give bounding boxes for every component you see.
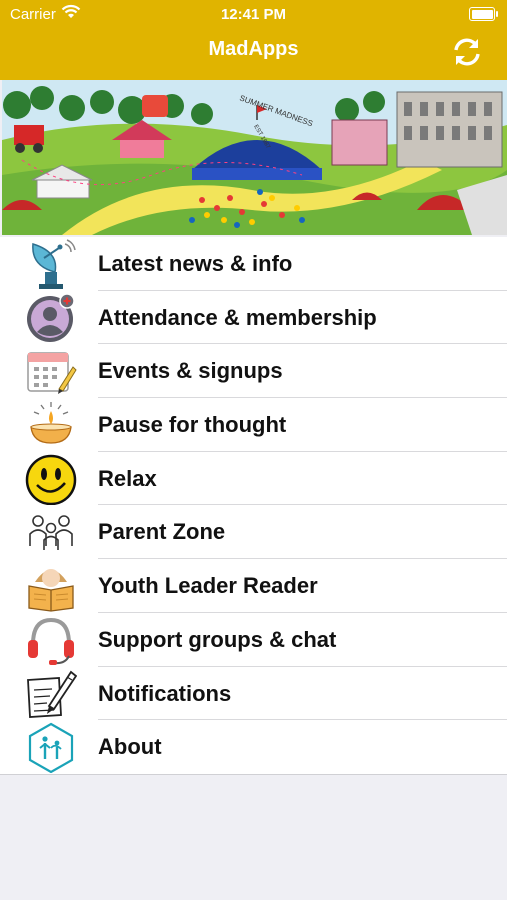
headset-icon (28, 617, 74, 665)
refresh-icon[interactable] (451, 36, 483, 68)
menu-item-relax[interactable]: Relax (0, 452, 507, 506)
nav-bar: Carrier 12:41 PM MadApps (0, 0, 507, 80)
menu-item-label: Events & signups (98, 358, 283, 384)
status-bar: Carrier 12:41 PM (0, 0, 507, 30)
menu-item-notifications[interactable]: Notifications (0, 667, 507, 721)
battery-icon (469, 7, 498, 21)
menu-item-label: Notifications (98, 680, 232, 706)
page-title: MadApps (208, 38, 299, 60)
satellite-dish-icon (32, 239, 76, 289)
menu-item-label: Support groups & chat (98, 626, 337, 652)
menu-item-label: Youth Leader Reader (98, 573, 318, 599)
menu-item-events[interactable]: Events & signups (0, 344, 507, 399)
main-menu: Latest news & info Attendance & membersh… (0, 237, 507, 775)
menu-item-label: Latest news & info (98, 251, 293, 276)
smiley-icon (25, 454, 77, 505)
about-icon (28, 722, 74, 774)
status-time: 12:41 PM (220, 6, 287, 23)
menu-item-about[interactable]: About (0, 720, 507, 774)
menu-item-latest-news[interactable]: Latest news & info (0, 237, 507, 291)
menu-item-youth-leader-reader[interactable]: Youth Leader Reader (0, 559, 507, 613)
menu-item-attendance[interactable]: Attendance & membership (0, 291, 507, 345)
calendar-icon (27, 352, 77, 395)
festival-banner: SUMMER MADNESS EST 1987 (2, 80, 507, 235)
menu-item-support-groups[interactable]: Support groups & chat (0, 613, 507, 667)
menu-item-label: Relax (98, 465, 157, 491)
menu-item-label: About (98, 734, 162, 760)
menu-item-pause[interactable]: Pause for thought (0, 398, 507, 452)
menu-item-label: Parent Zone (98, 519, 226, 545)
menu-item-label: Attendance & membership (98, 304, 377, 330)
festival-illustration: SUMMER MADNESS EST 1987 (2, 80, 507, 235)
candle-icon (30, 402, 72, 444)
menu-item-parent-zone[interactable]: Parent Zone (0, 505, 507, 560)
family-icon (29, 515, 73, 551)
user-add-icon (27, 292, 75, 342)
notepad-icon (27, 670, 77, 718)
reader-icon (28, 569, 74, 612)
menu-item-label: Pause for thought (98, 412, 287, 438)
